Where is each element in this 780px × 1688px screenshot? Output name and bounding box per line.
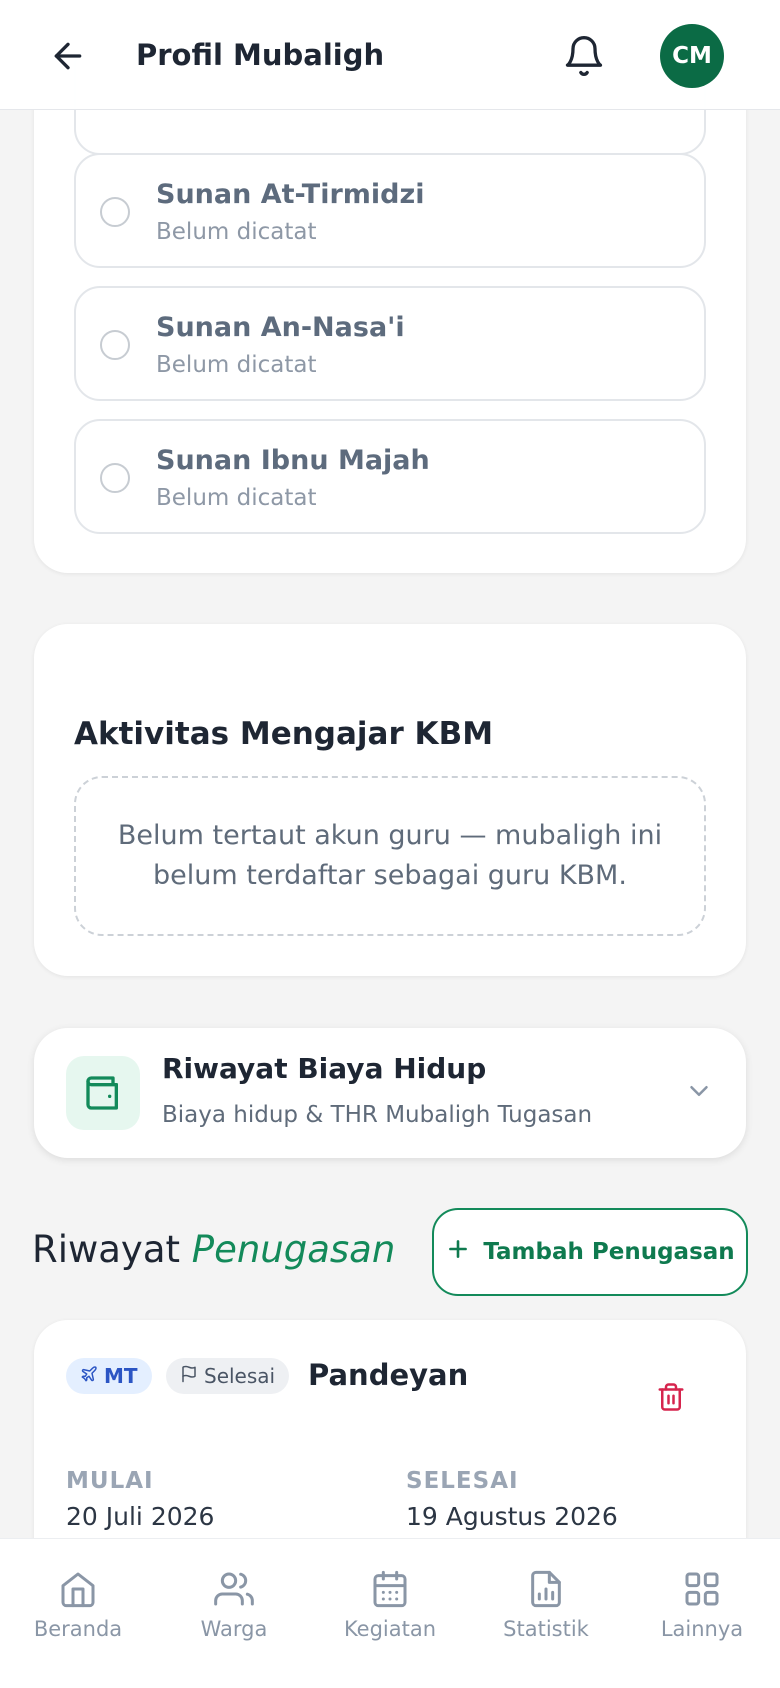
grid-icon xyxy=(632,1569,772,1609)
hadith-item[interactable]: Sunan Ibnu Majah Belum dicatat xyxy=(74,419,706,534)
type-badge-label: MT xyxy=(104,1364,138,1388)
hadith-status: Belum dicatat xyxy=(156,219,317,245)
chevron-down-icon[interactable] xyxy=(684,1076,714,1106)
hadith-item[interactable]: Sunan At-Tirmidzi Belum dicatat xyxy=(74,153,706,268)
plus-icon xyxy=(445,1236,471,1268)
type-badge: MT xyxy=(66,1358,152,1394)
kbm-activity-card: Aktivitas Mengajar KBM Belum tertaut aku… xyxy=(34,624,746,976)
trash-icon[interactable] xyxy=(656,1382,690,1416)
users-icon xyxy=(164,1569,304,1609)
penugasan-heading: Riwayat Penugasan xyxy=(32,1228,395,1271)
radio-button[interactable] xyxy=(100,330,130,360)
biaya-hidup-subtitle: Biaya hidup & THR Mubaligh Tugasan xyxy=(162,1102,593,1128)
hadith-name: Sunan Ibnu Majah xyxy=(156,445,430,476)
nav-item-lainnya[interactable]: Lainnya xyxy=(632,1569,772,1669)
kbm-empty-message: Belum tertaut akun guru — mubaligh ini b… xyxy=(117,820,663,891)
start-label: MULAI xyxy=(66,1468,154,1494)
nav-label: Statistik xyxy=(503,1617,589,1641)
end-label: SELESAI xyxy=(406,1468,519,1494)
assignment-location: Pandeyan xyxy=(308,1358,469,1392)
hadith-status: Belum dicatat xyxy=(156,485,317,511)
home-icon xyxy=(8,1569,148,1609)
nav-item-kegiatan[interactable]: Kegiatan xyxy=(320,1569,460,1669)
status-badge: Selesai xyxy=(166,1358,290,1394)
nav-item-beranda[interactable]: Beranda xyxy=(8,1569,148,1669)
start-date: 20 Juli 2026 xyxy=(66,1502,215,1531)
penugasan-heading-plain: Riwayat xyxy=(32,1228,180,1271)
hadith-status: Belum dicatat xyxy=(156,352,317,378)
status-badge-label: Selesai xyxy=(204,1364,276,1388)
nav-label: Warga xyxy=(200,1617,268,1641)
add-penugasan-button[interactable]: Tambah Penugasan xyxy=(432,1208,748,1296)
nav-item-statistik[interactable]: Statistik xyxy=(476,1569,616,1669)
biaya-hidup-accordion[interactable]: Riwayat Biaya Hidup Biaya hidup & THR Mu… xyxy=(34,1028,746,1158)
hadith-item[interactable]: Sunan An-Nasa'i Belum dicatat xyxy=(74,286,706,401)
bell-icon[interactable] xyxy=(562,32,606,80)
calendar-icon xyxy=(320,1569,460,1609)
plane-icon xyxy=(80,1364,98,1388)
avatar[interactable]: CM xyxy=(660,24,724,88)
nav-label: Beranda xyxy=(33,1617,123,1641)
nav-item-warga[interactable]: Warga xyxy=(164,1569,304,1669)
nav-label: Kegiatan xyxy=(343,1617,437,1641)
hadith-name: Sunan At-Tirmidzi xyxy=(156,179,425,210)
radio-button[interactable] xyxy=(100,197,130,227)
penugasan-heading-accent: Penugasan xyxy=(191,1228,396,1271)
chart-icon xyxy=(476,1569,616,1609)
hadith-name: Sunan An-Nasa'i xyxy=(156,312,405,343)
end-date: 19 Agustus 2026 xyxy=(406,1502,618,1531)
kbm-empty-state: Belum tertaut akun guru — mubaligh ini b… xyxy=(74,776,706,936)
radio-button[interactable] xyxy=(100,463,130,493)
page-title: Profil Mubaligh xyxy=(136,38,385,72)
add-penugasan-label: Tambah Penugasan xyxy=(483,1239,735,1265)
nav-label: Lainnya xyxy=(660,1617,744,1641)
kbm-title: Aktivitas Mengajar KBM xyxy=(74,716,494,752)
biaya-hidup-title: Riwayat Biaya Hidup xyxy=(162,1052,487,1085)
app-header: Profil Mubaligh CM xyxy=(0,0,780,110)
back-arrow-icon[interactable] xyxy=(48,36,88,76)
hadith-checklist-card: Sunan At-Tirmidzi Belum dicatat Sunan An… xyxy=(34,60,746,573)
bottom-navigation: Beranda Warga Kegiatan Statistik Lainnya xyxy=(0,1538,780,1688)
flag-icon xyxy=(180,1364,198,1388)
wallet-icon xyxy=(66,1056,140,1130)
